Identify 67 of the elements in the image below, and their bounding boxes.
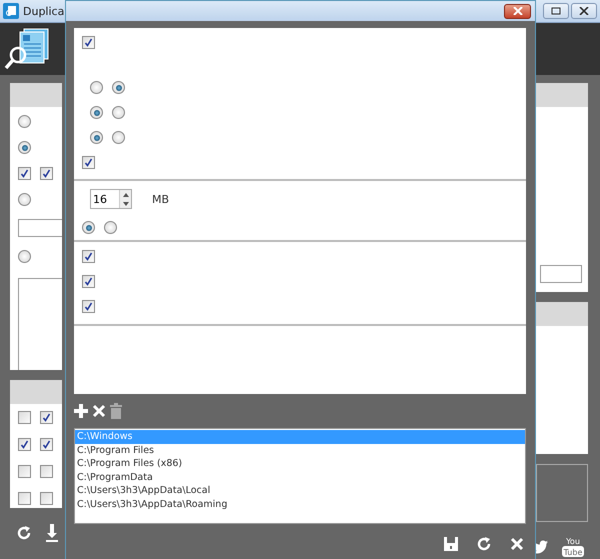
down-arrow-button[interactable] [120, 199, 131, 208]
folder-item[interactable]: C:\ProgramData [75, 470, 525, 484]
plus-icon [74, 404, 88, 418]
checkbox[interactable] [82, 300, 95, 313]
radio-button[interactable] [18, 115, 31, 128]
checkbox[interactable] [18, 465, 31, 478]
download-icon [46, 524, 58, 542]
down-arrow-icon [122, 202, 128, 206]
folder-item[interactable]: C:\Users\3h3\AppData\Local [75, 484, 525, 498]
card-header [10, 83, 62, 107]
window-title: Duplica [23, 4, 64, 18]
trash-button[interactable] [110, 403, 122, 419]
radio-button[interactable] [18, 141, 31, 154]
card-header [10, 380, 62, 404]
text-field[interactable] [18, 219, 62, 237]
radio-button[interactable] [18, 250, 31, 263]
up-arrow-button[interactable] [120, 190, 131, 199]
trash-icon [110, 403, 122, 419]
checkbox[interactable] [18, 411, 31, 424]
radio-button[interactable] [18, 193, 31, 206]
checkbox[interactable] [82, 36, 95, 49]
checkbox[interactable] [82, 275, 95, 288]
checkbox[interactable] [40, 438, 53, 451]
close-button[interactable] [571, 3, 597, 19]
card-header [536, 302, 588, 326]
close-icon [92, 404, 106, 418]
unit-label: MB [152, 192, 170, 206]
folder-item[interactable]: C:\Users\3h3\AppData\Roaming [75, 498, 525, 511]
reset-button[interactable] [476, 536, 492, 552]
checkbox[interactable] [18, 167, 31, 180]
radio-button[interactable] [104, 221, 117, 234]
refresh-icon [16, 525, 32, 541]
save-icon [444, 537, 458, 551]
checkbox[interactable] [82, 250, 95, 263]
remove-button[interactable] [92, 404, 106, 418]
radio-button[interactable] [90, 81, 103, 94]
card-header [536, 83, 588, 107]
close-icon [512, 7, 522, 15]
up-arrow-icon [122, 192, 128, 196]
refresh-button[interactable] [16, 525, 32, 541]
checkbox[interactable] [40, 492, 53, 505]
close-icon [510, 537, 524, 551]
save-button[interactable] [444, 537, 458, 551]
number-spinner[interactable]: 16 [90, 189, 132, 209]
checkbox[interactable] [18, 438, 31, 451]
radio-button[interactable] [112, 81, 125, 94]
download-button[interactable] [46, 524, 58, 542]
app-icon [3, 3, 19, 19]
checkbox[interactable] [18, 492, 31, 505]
radio-button[interactable] [90, 106, 103, 119]
add-button[interactable] [74, 404, 88, 418]
text-field[interactable] [540, 265, 582, 283]
folder-item[interactable]: C:\Program Files (x86) [75, 457, 525, 470]
checkbox[interactable] [40, 465, 53, 478]
restore-icon [551, 7, 561, 15]
radio-button[interactable] [112, 106, 125, 119]
checkbox[interactable] [82, 156, 95, 169]
refresh-icon [476, 536, 492, 552]
restore-button[interactable] [543, 3, 569, 19]
checkbox[interactable] [40, 411, 53, 424]
folder-item[interactable]: C:\Program Files [75, 444, 525, 457]
radio-button[interactable] [90, 131, 103, 144]
radio-button[interactable] [82, 221, 95, 234]
close-button[interactable] [504, 4, 531, 18]
checkbox[interactable] [40, 167, 53, 180]
radio-button[interactable] [112, 131, 125, 144]
close-icon [579, 7, 589, 15]
